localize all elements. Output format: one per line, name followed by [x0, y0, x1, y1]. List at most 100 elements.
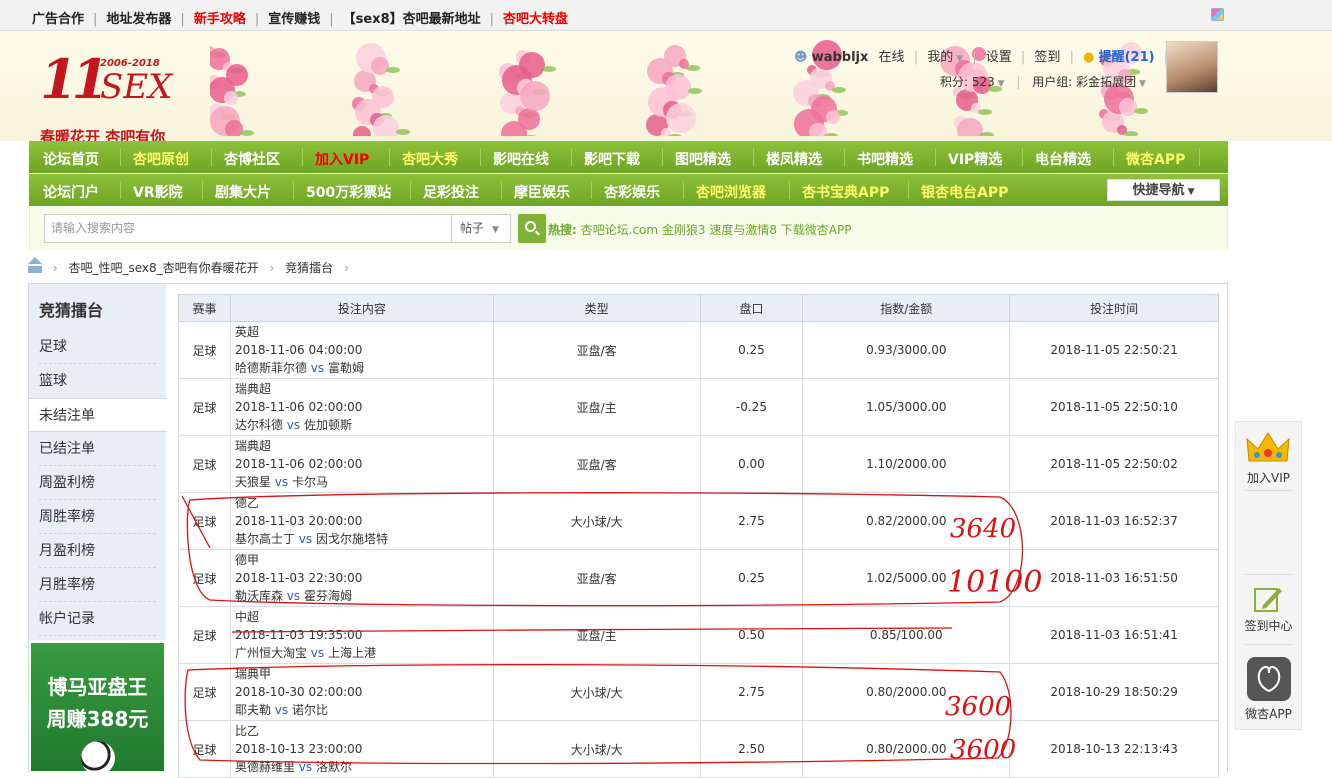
home-team[interactable]: 达尔科德	[235, 418, 283, 432]
home-team[interactable]: 基尔高士丁	[235, 532, 295, 546]
top-link-5[interactable]: 杏吧大转盘	[503, 12, 568, 27]
ad-line-2: 周赚388元	[46, 707, 149, 731]
sidebar-item-label: 已结注单	[39, 441, 95, 457]
cell-time: 2018-11-05 22:50:10	[1009, 378, 1219, 436]
breadcrumb-item-forum[interactable]: 杏吧_性吧_sex8_杏吧有你春暖花开	[68, 261, 258, 275]
top-link-4[interactable]: 【sex8】杏吧最新地址	[343, 12, 481, 27]
away-team[interactable]: 诺尔比	[292, 703, 328, 717]
cell-line: 2.75	[699, 663, 804, 721]
home-team[interactable]: 广州恒大淘宝	[235, 646, 307, 660]
cell-type: 亚盘/主	[492, 606, 701, 664]
nav1-item-12[interactable]: 微杏APP	[1126, 149, 1185, 169]
table-header-row: 赛事 投注内容 类型 盘口 指数/金额 投注时间	[178, 294, 1219, 322]
nav1-item-5[interactable]: 影吧在线	[493, 149, 549, 169]
cell-sport: 足球	[178, 663, 231, 721]
nav2-item-3[interactable]: 500万彩票站	[306, 182, 391, 202]
nav2-item-2[interactable]: 剧集大片	[215, 182, 271, 202]
sidebar-item-1[interactable]: 篮球	[29, 364, 166, 398]
sidebar: 竞猜擂台 足球 篮球 未结注单 已结注单 周盈利榜 周胜率榜 月盈利榜 月胜率榜 帐户记录	[29, 284, 167, 640]
cell-sport: 足球	[178, 492, 231, 550]
cell-type: 亚盘/客	[492, 549, 701, 607]
nav1-item-7[interactable]: 图吧精选	[675, 149, 731, 169]
settings-link[interactable]: 设置	[986, 50, 1012, 65]
nav1-item-6[interactable]: 影吧下载	[584, 149, 640, 169]
search-input[interactable]: 请输入搜索内容	[44, 214, 452, 243]
online-status[interactable]: 在线	[879, 50, 905, 65]
away-team[interactable]: 上海上港	[328, 646, 376, 660]
cell-type: 大小球/大	[492, 492, 701, 550]
nav2-item-7[interactable]: 杏吧浏览器	[696, 182, 766, 202]
nav1-item-8[interactable]: 楼凤精选	[766, 149, 822, 169]
cell-line: 0.25	[699, 321, 804, 379]
table-row: 足球 德乙 2018-11-03 20:00:00 基尔高士丁 vs 因戈尔施塔特 大小…	[178, 492, 1219, 550]
top-link-0[interactable]: 广告合作	[32, 12, 84, 27]
mine-menu[interactable]: 我的	[927, 50, 953, 65]
cell-time: 2018-11-03 16:52:37	[1009, 492, 1219, 550]
sidebar-item-3[interactable]: 已结注单	[29, 432, 166, 466]
points-menu[interactable]: 积分: 523	[940, 75, 995, 89]
avatar[interactable]	[1166, 41, 1218, 93]
nav1-item-1[interactable]: 杏吧原创	[133, 149, 189, 169]
away-team[interactable]: 佐加顿斯	[304, 418, 352, 432]
match-date: 2018-11-06 02:00:00	[234, 400, 363, 414]
away-team[interactable]: 富勒姆	[328, 361, 364, 375]
app-icon[interactable]	[1247, 657, 1291, 701]
top-link-2[interactable]: 新手攻略	[194, 12, 246, 27]
top-link-1[interactable]: 地址发布器	[106, 12, 171, 27]
remind-link[interactable]: 提醒(21)	[1099, 50, 1155, 65]
sidebar-item-8[interactable]: 帐户记录	[29, 602, 166, 636]
float-checkin-link[interactable]: 签到中心	[1236, 617, 1301, 634]
nav2-item-0[interactable]: 论坛门户	[43, 182, 99, 202]
usergroup-menu[interactable]: 用户组: 彩金拓展团	[1032, 75, 1136, 89]
sidebar-item-4[interactable]: 周盈利榜	[29, 466, 166, 500]
home-team[interactable]: 天狼星	[235, 475, 271, 489]
home-team[interactable]: 哈德斯菲尔德	[235, 361, 307, 375]
nav1-item-0[interactable]: 论坛首页	[43, 149, 99, 169]
username-link[interactable]: wabbljx	[812, 50, 869, 65]
home-team[interactable]: 勒沃库森	[235, 589, 283, 603]
away-team[interactable]: 卡尔马	[292, 475, 328, 489]
nav2-item-5[interactable]: 摩臣娱乐	[514, 182, 570, 202]
nav1-item-9[interactable]: 书吧精选	[857, 149, 913, 169]
quick-nav-button[interactable]: 快捷导航 ▼	[1107, 179, 1220, 201]
search-type-select[interactable]: 帖子 ▼	[451, 214, 511, 243]
nav2-item-1[interactable]: VR影院	[133, 182, 183, 202]
sidebar-item-label: 未结注单	[39, 408, 95, 424]
site-logo[interactable]: 11 2006-2018 SEX 春暖花开 杏吧有你	[40, 47, 210, 146]
color-swatch-icon[interactable]	[1211, 8, 1224, 21]
nav2-item-9[interactable]: 银杏电台APP	[921, 182, 1008, 202]
top-link-3[interactable]: 宣传赚钱	[268, 12, 320, 27]
top-bar: 广告合作 | 地址发布器 | 新手攻略 | 宣传赚钱 | 【sex8】杏吧最新地址 | 杏吧大转盘	[0, 0, 1332, 31]
hot-search-links[interactable]: 杏吧论坛.com 金刚狼3 速度与激情8 下载微杏APP	[581, 223, 852, 237]
user-icon: ☻	[794, 50, 808, 65]
sidebar-item-7[interactable]: 月胜率榜	[29, 568, 166, 602]
home-icon[interactable]	[28, 257, 42, 273]
cell-line: 0.25	[699, 549, 804, 607]
nav2-item-6[interactable]: 杏彩娱乐	[604, 182, 660, 202]
nav1-item-10[interactable]: VIP精选	[948, 149, 1002, 169]
col-header-content: 投注内容	[229, 294, 494, 322]
nav1-item-4[interactable]: 杏吧大秀	[402, 149, 458, 169]
checkin-link[interactable]: 签到	[1034, 50, 1060, 65]
nav2-item-4[interactable]: 足彩投注	[423, 182, 479, 202]
nav1-item-2[interactable]: 杏博社区	[224, 149, 280, 169]
sidebar-ad-banner[interactable]: 博马亚盘王 周赚388元	[29, 641, 166, 775]
away-team[interactable]: 因戈尔施塔特	[316, 532, 388, 546]
sidebar-item-5[interactable]: 周胜率榜	[29, 500, 166, 534]
sidebar-item-0[interactable]: 足球	[29, 330, 166, 364]
away-team[interactable]: 霍芬海姆	[304, 589, 352, 603]
nav1-item-11[interactable]: 电台精选	[1035, 149, 1091, 169]
cell-type: 大小球/大	[492, 663, 701, 721]
sidebar-item-6[interactable]: 月盈利榜	[29, 534, 166, 568]
breadcrumb-item-current[interactable]: 竞猜擂台	[285, 261, 333, 275]
float-vip-link[interactable]: 加入VIP	[1236, 469, 1301, 486]
edit-icon	[1254, 588, 1282, 612]
nav1-item-3[interactable]: 加入VIP	[315, 149, 369, 169]
sidebar-item-2[interactable]: 未结注单	[29, 398, 167, 432]
home-team[interactable]: 耶夫勒	[235, 703, 271, 717]
cell-odds: 0.93/3000.00	[802, 321, 1011, 379]
search-button[interactable]	[518, 214, 546, 243]
nav2-item-8[interactable]: 杏书宝典APP	[802, 182, 889, 202]
float-app-link[interactable]: 微杏APP	[1236, 705, 1301, 722]
match-date: 2018-11-03 20:00:00	[234, 514, 363, 528]
